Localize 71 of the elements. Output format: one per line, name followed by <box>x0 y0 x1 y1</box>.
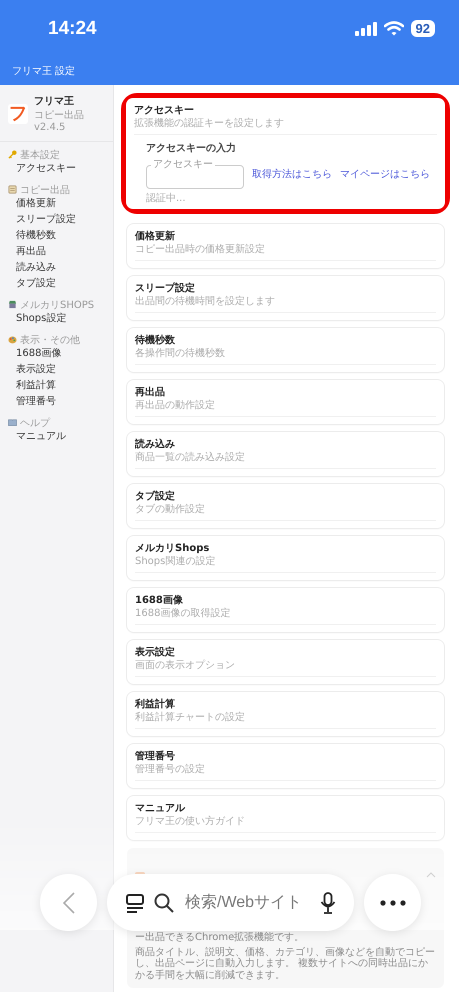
sidebar-item[interactable]: 表示設定 <box>0 362 113 378</box>
description-text: 商品タイトル、説明文、価格、カテゴリ、画像などを自動でコピーし、出品ページに自動入力します。 複数サイトへの同時出品にかかる手間を大幅に削減できます。 <box>135 946 436 981</box>
card-subtitle: 1688画像の取得設定 <box>135 607 232 620</box>
card-title: 待機秒数 <box>135 334 176 347</box>
sidebar-item[interactable]: 再出品 <box>0 244 113 260</box>
store-icon <box>8 300 17 309</box>
sidebar-item[interactable]: 1688画像 <box>0 346 113 362</box>
description-text: ー出品できるChrome拡張機能です。 <box>135 932 306 944</box>
card-subtitle: 商品一覧の読み込み設定 <box>135 451 246 464</box>
sidebar-section-label: コピー出品 <box>20 184 70 196</box>
card-subtitle: 画面の表示オプション <box>135 659 236 672</box>
app-name: フリマ王 <box>34 95 75 108</box>
search-icon <box>154 892 174 912</box>
sidebar-item[interactable]: 待機秒数 <box>0 228 113 244</box>
card-subtitle: フリマ王の使い方ガイド <box>135 815 246 828</box>
card-title: スリープ設定 <box>135 282 196 295</box>
app-logo: フ <box>8 104 28 124</box>
signal-icon <box>354 22 377 36</box>
wifi-icon <box>384 21 404 36</box>
sidebar-item[interactable]: マニュアル <box>0 429 113 445</box>
card-title: メルカリShops <box>135 542 210 555</box>
card-subtitle: 拡張機能の認証キーを設定します <box>134 117 285 130</box>
card-subtitle: 管理番号の設定 <box>135 763 206 776</box>
card-title: 価格更新 <box>135 230 176 243</box>
clock-time: 14:24 <box>48 18 97 40</box>
book-icon <box>8 418 17 427</box>
card-title: 利益計算 <box>135 698 176 711</box>
page-title: フリマ王 設定 <box>12 64 76 78</box>
card-title: 再出品 <box>135 386 166 399</box>
sidebar-item[interactable]: 読み込み <box>0 260 113 276</box>
card-title: タブ設定 <box>135 490 176 503</box>
microphone-icon[interactable] <box>320 892 336 914</box>
sidebar-item[interactable]: 管理番号 <box>0 394 113 410</box>
battery-indicator: 92 <box>410 20 435 37</box>
card-title: 管理番号 <box>135 750 176 763</box>
card-subtitle: タブの動作設定 <box>135 503 206 516</box>
address-bar[interactable]: 検索/Webサイト <box>107 874 354 931</box>
sidebar-item[interactable]: Shops設定 <box>0 311 113 327</box>
key-icon <box>8 150 17 159</box>
app-version: コピー出品 v2.4.5 <box>34 108 85 133</box>
tabs-icon <box>125 892 145 912</box>
card-subtitle: Shops関連の設定 <box>135 555 216 568</box>
card-title: アクセスキー <box>134 104 195 117</box>
sidebar-section-label: 表示・その他 <box>20 334 80 346</box>
palette-icon <box>8 335 17 344</box>
card-subtitle: 再出品の動作設定 <box>135 399 216 412</box>
sidebar-item[interactable]: 価格更新 <box>0 196 113 212</box>
sidebar-section-label: 基本設定 <box>20 148 60 162</box>
chevron-left-icon <box>62 892 74 914</box>
auth-status: 認証中... <box>146 192 187 205</box>
sidebar-item[interactable]: アクセスキー <box>0 161 113 177</box>
help-link[interactable]: マイページはこちら <box>340 167 430 181</box>
card-subtitle: 利益計算チャートの設定 <box>135 711 246 724</box>
search-field[interactable]: 検索/Webサイト <box>183 892 311 912</box>
chevron-up-icon[interactable] <box>426 872 436 878</box>
card-title: マニュアル <box>135 802 186 815</box>
sidebar-item[interactable]: 利益計算 <box>0 378 113 394</box>
sidebar-item[interactable]: スリープ設定 <box>0 212 113 228</box>
card-title: 読み込み <box>135 438 176 451</box>
sidebar-section-label: メルカリSHOPS <box>20 298 94 312</box>
card-title: 表示設定 <box>135 646 176 659</box>
more-icon <box>380 900 406 906</box>
card-title: 1688画像 <box>135 594 184 607</box>
sidebar-item[interactable]: タブ設定 <box>0 276 113 292</box>
section-title: アクセスキーの入力 <box>146 142 237 155</box>
notepad-icon <box>8 185 17 194</box>
card-subtitle: コピー出品時の価格更新設定 <box>135 243 266 256</box>
card-subtitle: 各操作間の待機秒数 <box>135 347 226 360</box>
help-link[interactable]: 取得方法はこちら <box>252 167 332 181</box>
card-subtitle: 出品間の待機時間を設定します <box>135 295 276 308</box>
sidebar-section-label: ヘルプ <box>20 416 50 430</box>
